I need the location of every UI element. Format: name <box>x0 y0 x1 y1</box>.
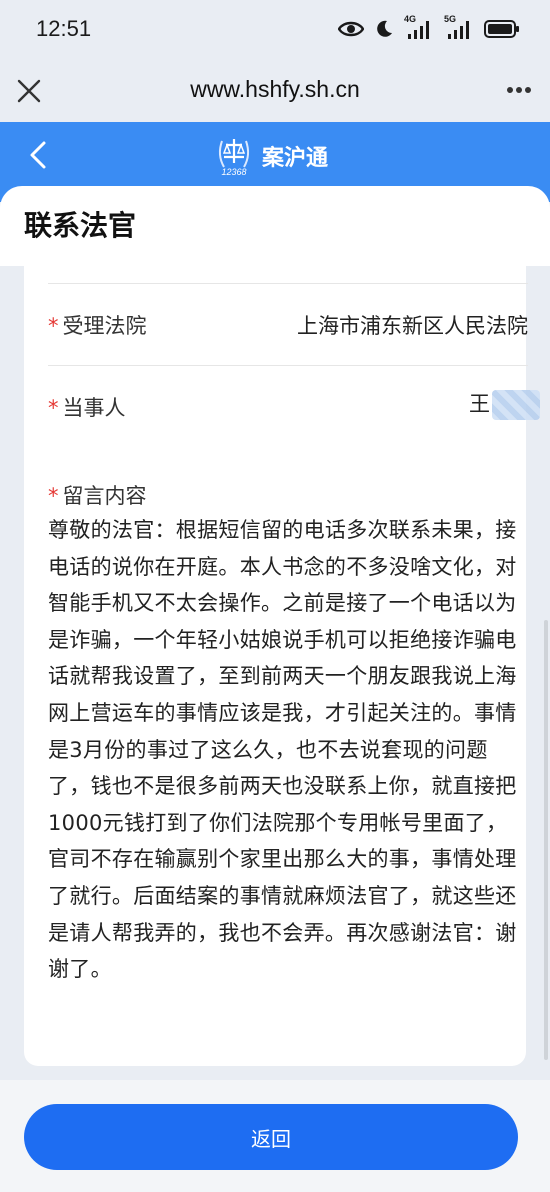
required-mark: * <box>48 396 59 420</box>
message-label: * 留言内容 <box>48 480 147 510</box>
browser-url[interactable]: www.hshfy.sh.cn <box>0 76 550 103</box>
battery-icon <box>484 20 519 38</box>
signal-icon: 4G <box>404 14 434 40</box>
moon-icon <box>377 20 392 37</box>
signal-icon: 5G <box>444 14 474 40</box>
party-label-text: 当事人 <box>62 396 126 420</box>
redaction-blur <box>492 390 540 420</box>
return-button[interactable]: 返回 <box>24 1104 518 1170</box>
party-value: 王 <box>469 392 490 416</box>
status-bar: 12:51 4G 5G <box>0 0 550 60</box>
party-value-wrap: 王 <box>469 388 540 420</box>
status-time: 12:51 <box>36 16 92 41</box>
status-icons: 4G 5G <box>338 14 520 40</box>
form-row-top-divider <box>48 248 528 284</box>
chevron-left-icon[interactable] <box>26 140 50 170</box>
footer: 返回 <box>0 1080 550 1192</box>
party-label: * 当事人 <box>48 392 126 422</box>
court-label: * 受理法院 <box>48 310 147 340</box>
court-logo-icon: 12368 <box>214 135 254 179</box>
form-card: * 受理法院 上海市浦东新区人民法院 * 当事人 王 * 留言内容 尊敬的法官：根据短… <box>24 252 540 1066</box>
required-mark: * <box>48 484 59 508</box>
browser-bar: www.hshfy.sh.cn <box>0 60 550 122</box>
more-icon[interactable] <box>506 86 532 94</box>
message-label-text: 留言内容 <box>62 484 147 508</box>
logo-number: 12368 <box>221 167 247 177</box>
scrollbar[interactable] <box>544 620 548 1060</box>
form-row-party: * 当事人 王 <box>48 366 540 448</box>
page-title: 联系法官 <box>24 209 137 242</box>
eye-icon <box>338 21 364 37</box>
app-title: 案沪通 <box>262 146 329 171</box>
required-mark: * <box>48 314 59 338</box>
court-value: 上海市浦东新区人民法院 <box>297 314 528 338</box>
message-textarea[interactable]: 尊敬的法官：根据短信留的电话多次联系未果，接电话的说你在开庭。本人书念的不多没啥… <box>48 512 526 988</box>
form-row-court: * 受理法院 上海市浦东新区人民法院 <box>48 284 528 366</box>
court-label-text: 受理法院 <box>62 314 147 338</box>
